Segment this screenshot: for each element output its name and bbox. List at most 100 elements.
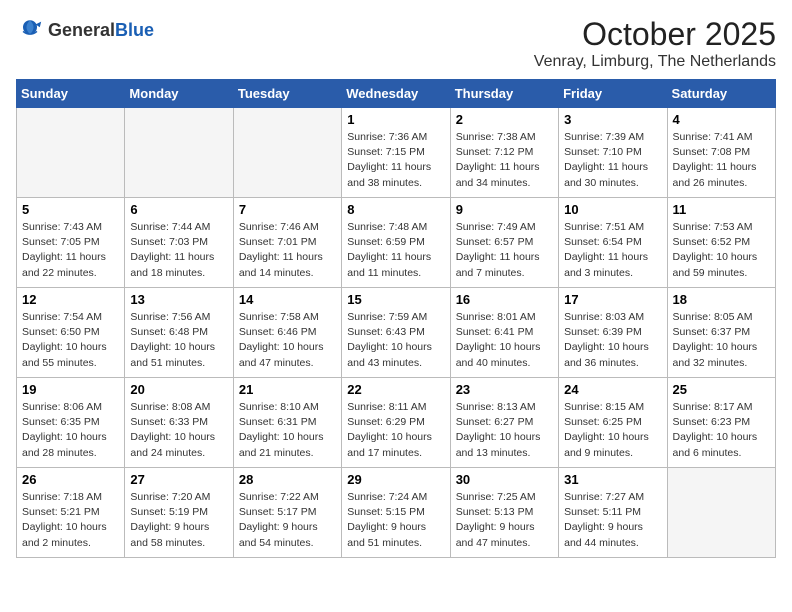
day-info: Sunrise: 8:13 AM Sunset: 6:27 PM Dayligh… [456,400,553,461]
day-number: 7 [239,202,336,217]
day-info: Sunrise: 8:15 AM Sunset: 6:25 PM Dayligh… [564,400,661,461]
day-info: Sunrise: 8:17 AM Sunset: 6:23 PM Dayligh… [673,400,770,461]
logo: GeneralBlue [16,16,154,44]
day-number: 31 [564,472,661,487]
day-number: 17 [564,292,661,307]
calendar-cell: 3 Sunrise: 7:39 AM Sunset: 7:10 PM Daylig… [559,108,667,198]
week-row: 26 Sunrise: 7:18 AM Sunset: 5:21 PM Dayli… [17,468,776,558]
day-info: Sunrise: 7:22 AM Sunset: 5:17 PM Dayligh… [239,490,336,551]
day-of-week-header: Friday [559,80,667,108]
calendar-header-row: SundayMondayTuesdayWednesdayThursdayFrid… [17,80,776,108]
day-info: Sunrise: 7:46 AM Sunset: 7:01 PM Dayligh… [239,220,336,281]
logo-blue-text: Blue [115,20,154,40]
calendar-cell: 2 Sunrise: 7:38 AM Sunset: 7:12 PM Daylig… [450,108,558,198]
logo-icon [16,16,44,44]
week-row: 19 Sunrise: 8:06 AM Sunset: 6:35 PM Dayli… [17,378,776,468]
day-info: Sunrise: 7:53 AM Sunset: 6:52 PM Dayligh… [673,220,770,281]
day-number: 22 [347,382,444,397]
day-info: Sunrise: 8:03 AM Sunset: 6:39 PM Dayligh… [564,310,661,371]
day-number: 21 [239,382,336,397]
day-info: Sunrise: 8:01 AM Sunset: 6:41 PM Dayligh… [456,310,553,371]
day-number: 5 [22,202,119,217]
day-of-week-header: Sunday [17,80,125,108]
calendar-cell: 24 Sunrise: 8:15 AM Sunset: 6:25 PM Dayli… [559,378,667,468]
day-of-week-header: Thursday [450,80,558,108]
calendar-cell: 16Sunrise: 8:01 AM Sunset: 6:41 PM Dayli… [450,288,558,378]
calendar-cell: 10 Sunrise: 7:51 AM Sunset: 6:54 PM Dayli… [559,198,667,288]
day-info: Sunrise: 7:56 AM Sunset: 6:48 PM Dayligh… [130,310,227,371]
day-number: 27 [130,472,227,487]
day-number: 14 [239,292,336,307]
day-info: Sunrise: 7:54 AM Sunset: 6:50 PM Dayligh… [22,310,119,371]
calendar-cell: 21 Sunrise: 8:10 AM Sunset: 6:31 PM Dayli… [233,378,341,468]
month-title: October 2025 [534,16,776,53]
day-number: 29 [347,472,444,487]
day-of-week-header: Tuesday [233,80,341,108]
calendar-cell: 22 Sunrise: 8:11 AM Sunset: 6:29 PM Dayli… [342,378,450,468]
day-info: Sunrise: 8:11 AM Sunset: 6:29 PM Dayligh… [347,400,444,461]
day-info: Sunrise: 7:43 AM Sunset: 7:05 PM Dayligh… [22,220,119,281]
day-info: Sunrise: 8:08 AM Sunset: 6:33 PM Dayligh… [130,400,227,461]
day-number: 25 [673,382,770,397]
calendar-cell: 26 Sunrise: 7:18 AM Sunset: 5:21 PM Dayli… [17,468,125,558]
day-number: 23 [456,382,553,397]
day-info: Sunrise: 7:27 AM Sunset: 5:11 PM Dayligh… [564,490,661,551]
calendar-cell: 14Sunrise: 7:58 AM Sunset: 6:46 PM Dayli… [233,288,341,378]
calendar-cell: 17 Sunrise: 8:03 AM Sunset: 6:39 PM Dayli… [559,288,667,378]
title-block: October 2025 Venray, Limburg, The Nether… [534,16,776,71]
day-info: Sunrise: 7:41 AM Sunset: 7:08 PM Dayligh… [673,130,770,191]
location-title: Venray, Limburg, The Netherlands [534,53,776,71]
calendar-cell: 8 Sunrise: 7:48 AM Sunset: 6:59 PM Daylig… [342,198,450,288]
calendar-cell: 20 Sunrise: 8:08 AM Sunset: 6:33 PM Dayli… [125,378,233,468]
day-number: 28 [239,472,336,487]
day-number: 13 [130,292,227,307]
logo-general-text: General [48,20,115,40]
calendar-cell [125,108,233,198]
calendar-cell: 4Sunrise: 7:41 AM Sunset: 7:08 PM Daylig… [667,108,775,198]
week-row: 5 Sunrise: 7:43 AM Sunset: 7:05 PM Daylig… [17,198,776,288]
calendar-cell: 1Sunrise: 7:36 AM Sunset: 7:15 PM Daylig… [342,108,450,198]
day-number: 6 [130,202,227,217]
day-number: 8 [347,202,444,217]
day-info: Sunrise: 7:38 AM Sunset: 7:12 PM Dayligh… [456,130,553,191]
day-info: Sunrise: 7:48 AM Sunset: 6:59 PM Dayligh… [347,220,444,281]
day-info: Sunrise: 8:06 AM Sunset: 6:35 PM Dayligh… [22,400,119,461]
week-row: 1Sunrise: 7:36 AM Sunset: 7:15 PM Daylig… [17,108,776,198]
day-number: 9 [456,202,553,217]
calendar-cell [17,108,125,198]
day-info: Sunrise: 7:44 AM Sunset: 7:03 PM Dayligh… [130,220,227,281]
day-info: Sunrise: 7:39 AM Sunset: 7:10 PM Dayligh… [564,130,661,191]
day-info: Sunrise: 8:10 AM Sunset: 6:31 PM Dayligh… [239,400,336,461]
day-info: Sunrise: 7:18 AM Sunset: 5:21 PM Dayligh… [22,490,119,551]
calendar-cell: 7 Sunrise: 7:46 AM Sunset: 7:01 PM Daylig… [233,198,341,288]
day-info: Sunrise: 8:05 AM Sunset: 6:37 PM Dayligh… [673,310,770,371]
day-info: Sunrise: 7:20 AM Sunset: 5:19 PM Dayligh… [130,490,227,551]
calendar-table: SundayMondayTuesdayWednesdayThursdayFrid… [16,79,776,558]
calendar-cell: 5 Sunrise: 7:43 AM Sunset: 7:05 PM Daylig… [17,198,125,288]
day-number: 30 [456,472,553,487]
calendar-cell: 23 Sunrise: 8:13 AM Sunset: 6:27 PM Dayli… [450,378,558,468]
calendar-cell: 19 Sunrise: 8:06 AM Sunset: 6:35 PM Dayli… [17,378,125,468]
day-of-week-header: Monday [125,80,233,108]
calendar-cell: 9Sunrise: 7:49 AM Sunset: 6:57 PM Daylig… [450,198,558,288]
calendar-cell: 15Sunrise: 7:59 AM Sunset: 6:43 PM Dayli… [342,288,450,378]
page-header: GeneralBlue October 2025 Venray, Limburg… [16,16,776,71]
day-number: 3 [564,112,661,127]
calendar-cell: 27 Sunrise: 7:20 AM Sunset: 5:19 PM Dayli… [125,468,233,558]
day-number: 2 [456,112,553,127]
day-number: 24 [564,382,661,397]
day-number: 15 [347,292,444,307]
day-info: Sunrise: 7:51 AM Sunset: 6:54 PM Dayligh… [564,220,661,281]
day-number: 19 [22,382,119,397]
calendar-cell: 13 Sunrise: 7:56 AM Sunset: 6:48 PM Dayli… [125,288,233,378]
calendar-cell: 11Sunrise: 7:53 AM Sunset: 6:52 PM Dayli… [667,198,775,288]
day-number: 26 [22,472,119,487]
day-number: 10 [564,202,661,217]
week-row: 12Sunrise: 7:54 AM Sunset: 6:50 PM Dayli… [17,288,776,378]
day-info: Sunrise: 7:36 AM Sunset: 7:15 PM Dayligh… [347,130,444,191]
calendar-cell [233,108,341,198]
day-of-week-header: Saturday [667,80,775,108]
day-number: 20 [130,382,227,397]
calendar-cell: 6 Sunrise: 7:44 AM Sunset: 7:03 PM Daylig… [125,198,233,288]
calendar-cell: 30Sunrise: 7:25 AM Sunset: 5:13 PM Dayli… [450,468,558,558]
